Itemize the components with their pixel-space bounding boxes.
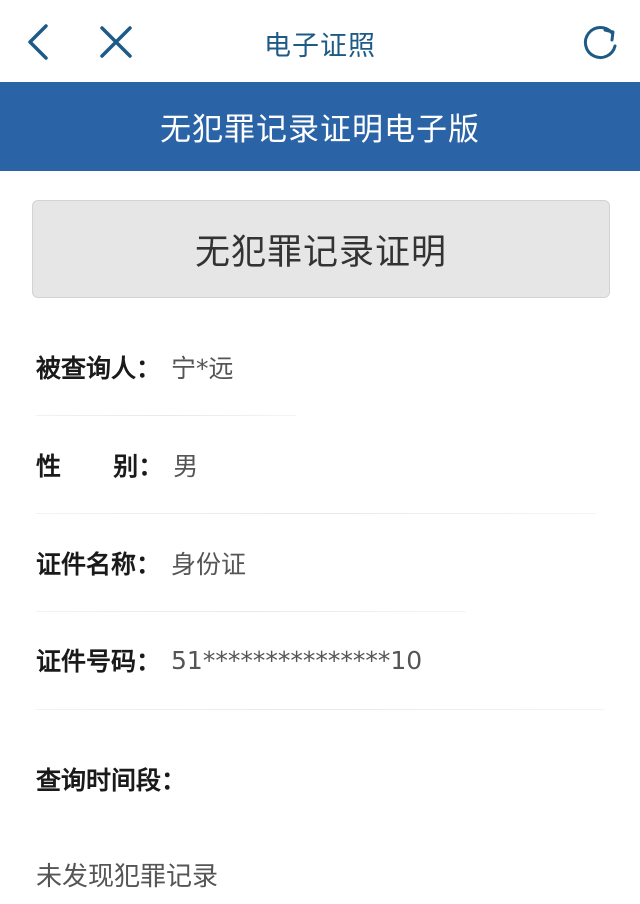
title-banner: 无犯罪记录证明电子版 [0,82,640,171]
field-subject: 被查询人： 宁*远 [36,347,234,387]
banner-title: 无犯罪记录证明电子版 [160,112,480,148]
field-subject-value: 宁*远 [171,354,234,383]
certificate-header-box: 无犯罪记录证明 [32,200,610,298]
field-query-period: 查询时间段： [36,759,186,799]
field-gender: 性 别： 男 [36,445,198,485]
field-id-type-label: 证件名称： [36,550,162,579]
divider [36,709,604,710]
field-id-number-label: 证件号码： [36,647,162,676]
field-query-period-label: 查询时间段： [36,766,187,795]
field-gender-label: 性 别： [36,452,164,481]
field-id-type-value: 身份证 [171,550,247,579]
refresh-button[interactable] [580,21,622,63]
certificate-title: 无犯罪记录证明 [194,232,447,273]
result-text: 未发现犯罪记录 [36,862,219,892]
field-id-type: 证件名称： 身份证 [36,543,246,583]
page: 电子证照 无犯罪记录证明电子版 无犯罪记录证明 被查询人： 宁*远 性 别： 男… [0,0,640,904]
divider [36,513,596,514]
top-nav-bar: 电子证照 [0,0,640,82]
field-id-number-value: 51***************10 [171,645,423,675]
divider [36,415,296,416]
field-gender-value: 男 [173,452,199,481]
nav-title: 电子证照 [264,31,376,62]
field-id-number: 证件号码： 51***************10 [36,640,422,680]
divider [36,611,466,612]
field-subject-label: 被查询人： [36,354,162,383]
refresh-icon [583,26,617,59]
